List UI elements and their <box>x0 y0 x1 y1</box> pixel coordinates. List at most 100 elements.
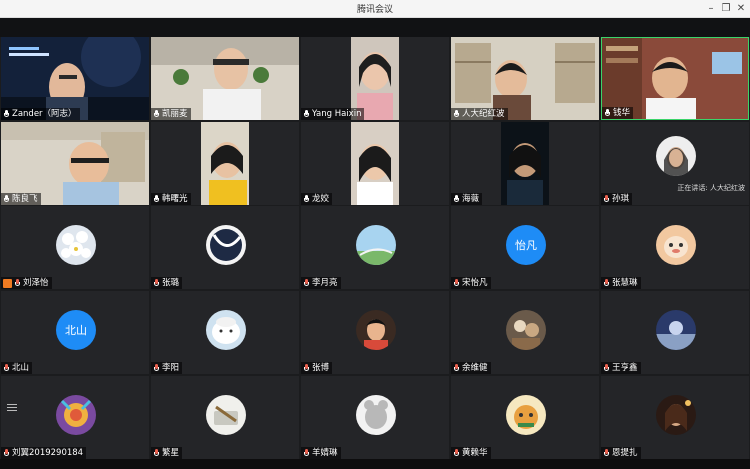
participant-tile[interactable]: 王亨鑫 <box>601 291 749 374</box>
window-title: 腾讯会议 <box>356 5 393 15</box>
participant-name: Zander（阿志） <box>12 109 77 119</box>
participant-tile[interactable]: 刘翼2019290184 <box>1 376 149 459</box>
list-icon[interactable] <box>7 404 17 412</box>
participant-tile[interactable]: 海薇 <box>451 122 599 205</box>
name-bar: 黄赖华 <box>451 447 491 459</box>
participant-name: Yang Haixin <box>312 109 362 119</box>
participant-tile[interactable]: 繁星 <box>151 376 299 459</box>
restore-icon[interactable]: ❐ <box>719 2 733 15</box>
mic-icon[interactable] <box>3 109 10 119</box>
participant-tile[interactable]: 韩曙光 <box>151 122 299 205</box>
speaking-indicator: 正在讲话: 人大纪红波 <box>677 184 745 192</box>
mic-icon[interactable] <box>3 194 10 204</box>
participant-tile[interactable]: 正在讲话: 人大纪红波 孙琪 <box>601 122 749 205</box>
mic-muted-icon[interactable] <box>603 448 610 458</box>
avatar <box>356 310 396 350</box>
participant-name: 黄赖华 <box>462 448 488 458</box>
participant-tile[interactable]: 李月亮 <box>301 206 449 289</box>
participant-tile[interactable]: 陈良飞 <box>1 122 149 205</box>
participant-grid: Zander（阿志） 凯丽麦 Yang Haixin 人大纪红波 钱华 陈良飞 … <box>1 37 749 459</box>
avatar <box>656 310 696 350</box>
participant-name: 张慧琳 <box>612 278 638 288</box>
participant-name: 龙姣 <box>312 194 330 204</box>
participant-tile[interactable]: Yang Haixin <box>301 37 449 120</box>
participant-tile[interactable]: 羊婧琳 <box>301 376 449 459</box>
participant-tile[interactable]: 余维健 <box>451 291 599 374</box>
participant-tile[interactable]: 怡凡 宋怡凡 <box>451 206 599 289</box>
name-bar: 孙琪 <box>601 193 633 205</box>
mic-muted-icon[interactable] <box>3 448 10 458</box>
mic-icon[interactable] <box>153 109 160 119</box>
participant-tile[interactable]: 张博 <box>301 291 449 374</box>
mic-muted-icon[interactable] <box>303 278 310 288</box>
participant-name: 人大纪红波 <box>462 109 505 119</box>
participant-tile[interactable]: 北山 北山 <box>1 291 149 374</box>
name-bar: 龙姣 <box>301 193 333 205</box>
mic-muted-icon[interactable] <box>3 363 10 373</box>
mic-muted-icon[interactable] <box>453 363 460 373</box>
title-bar: 腾讯会议 – ❐ ✕ <box>0 0 750 18</box>
mic-icon[interactable] <box>303 194 310 204</box>
name-bar: 韩曙光 <box>151 193 191 205</box>
name-bar: 李阳 <box>151 362 183 374</box>
name-bar: 羊婧琳 <box>301 447 341 459</box>
participant-tile[interactable]: 凯丽麦 <box>151 37 299 120</box>
name-bar: 刘翼2019290184 <box>1 447 87 459</box>
mic-muted-icon[interactable] <box>603 194 610 204</box>
mic-icon[interactable] <box>153 194 160 204</box>
participant-tile[interactable]: Zander（阿志） <box>1 37 149 120</box>
participant-tile[interactable]: 龙姣 <box>301 122 449 205</box>
name-bar: 王亨鑫 <box>601 362 641 374</box>
participant-name: 余维健 <box>462 363 488 373</box>
mic-icon[interactable] <box>453 194 460 204</box>
mic-muted-icon[interactable] <box>603 278 610 288</box>
mic-muted-icon[interactable] <box>153 278 160 288</box>
name-bar: 张博 <box>301 362 333 374</box>
participant-tile[interactable]: 人大纪红波 <box>451 37 599 120</box>
name-bar: 北山 <box>1 362 33 374</box>
participant-name: 北山 <box>12 363 30 373</box>
name-bar: 钱华 <box>602 107 634 119</box>
mic-icon[interactable] <box>453 109 460 119</box>
participant-name: 羊婧琳 <box>312 448 338 458</box>
participant-tile[interactable]: 张慧琳 <box>601 206 749 289</box>
name-bar: 繁星 <box>151 447 183 459</box>
participant-tile[interactable]: 恩提扎 <box>601 376 749 459</box>
name-bar: 张慧琳 <box>601 277 641 289</box>
participant-tile[interactable]: 李阳 <box>151 291 299 374</box>
participant-name: 张博 <box>312 363 330 373</box>
avatar <box>56 395 96 435</box>
mic-muted-icon[interactable] <box>603 363 610 373</box>
participant-name: 李月亮 <box>312 278 338 288</box>
participant-name: 繁星 <box>162 448 180 458</box>
mic-muted-icon[interactable] <box>153 363 160 373</box>
avatar <box>356 395 396 435</box>
top-strip <box>0 18 750 37</box>
name-bar: Yang Haixin <box>301 108 365 120</box>
participant-name: 刘泽怡 <box>23 278 49 288</box>
name-bar: Zander（阿志） <box>1 108 80 120</box>
mic-muted-icon[interactable] <box>303 363 310 373</box>
participant-tile[interactable]: 钱华 <box>601 37 749 120</box>
avatar <box>506 310 546 350</box>
mic-icon[interactable] <box>604 108 611 118</box>
mic-muted-icon[interactable] <box>453 278 460 288</box>
participant-tile[interactable]: 黄赖华 <box>451 376 599 459</box>
participant-name: 陈良飞 <box>12 194 38 204</box>
name-bar: 人大纪红波 <box>451 108 508 120</box>
participant-tile[interactable]: 刘泽怡 <box>1 206 149 289</box>
participant-tile[interactable]: 张璐 <box>151 206 299 289</box>
avatar <box>206 225 246 265</box>
participant-name: 孙琪 <box>612 194 630 204</box>
minimize-icon[interactable]: – <box>704 2 718 15</box>
mic-muted-icon[interactable] <box>153 448 160 458</box>
mic-muted-icon[interactable] <box>303 448 310 458</box>
avatar <box>356 225 396 265</box>
mic-muted-icon[interactable] <box>453 448 460 458</box>
avatar: 北山 <box>56 310 96 350</box>
participant-name: 李阳 <box>162 363 180 373</box>
participant-name: 刘翼2019290184 <box>12 448 84 458</box>
mic-muted-icon[interactable] <box>14 278 21 288</box>
close-icon[interactable]: ✕ <box>734 2 748 15</box>
mic-icon[interactable] <box>303 109 310 119</box>
